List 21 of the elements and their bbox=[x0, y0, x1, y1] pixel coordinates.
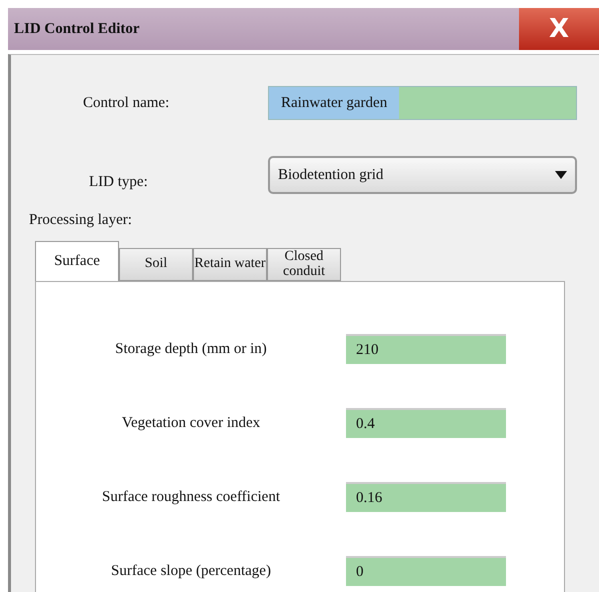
caret-icon bbox=[555, 171, 567, 179]
close-button[interactable]: X bbox=[519, 8, 599, 50]
input-field[interactable]: Rainwater garden bbox=[268, 86, 577, 120]
tab[interactable]: Surface bbox=[35, 241, 119, 281]
tab[interactable]: Closed conduit bbox=[267, 248, 341, 281]
section-label: Processing layer: bbox=[29, 212, 133, 229]
field-label: LID type: bbox=[88, 172, 149, 190]
field-label: Control name: bbox=[82, 94, 170, 112]
field-label: Surface slope (percentage) bbox=[110, 562, 272, 580]
dropdown[interactable]: Biodetention grid bbox=[268, 156, 577, 194]
input-field[interactable]: 0.16 bbox=[346, 482, 506, 512]
input-field[interactable]: 0.4 bbox=[346, 408, 506, 438]
field-label: Storage depth (mm or in) bbox=[114, 340, 268, 358]
field-label: Vegetation cover index bbox=[120, 414, 262, 432]
tab[interactable]: Soil bbox=[119, 248, 193, 281]
field-label: Surface roughness coefficient bbox=[101, 488, 281, 506]
input-field[interactable]: 0 bbox=[346, 556, 506, 586]
field-value: Rainwater garden bbox=[269, 87, 400, 119]
window-title: LID Control Editor bbox=[13, 20, 140, 38]
input-field[interactable]: 210 bbox=[346, 334, 506, 364]
tab[interactable]: Retain water bbox=[193, 248, 267, 281]
